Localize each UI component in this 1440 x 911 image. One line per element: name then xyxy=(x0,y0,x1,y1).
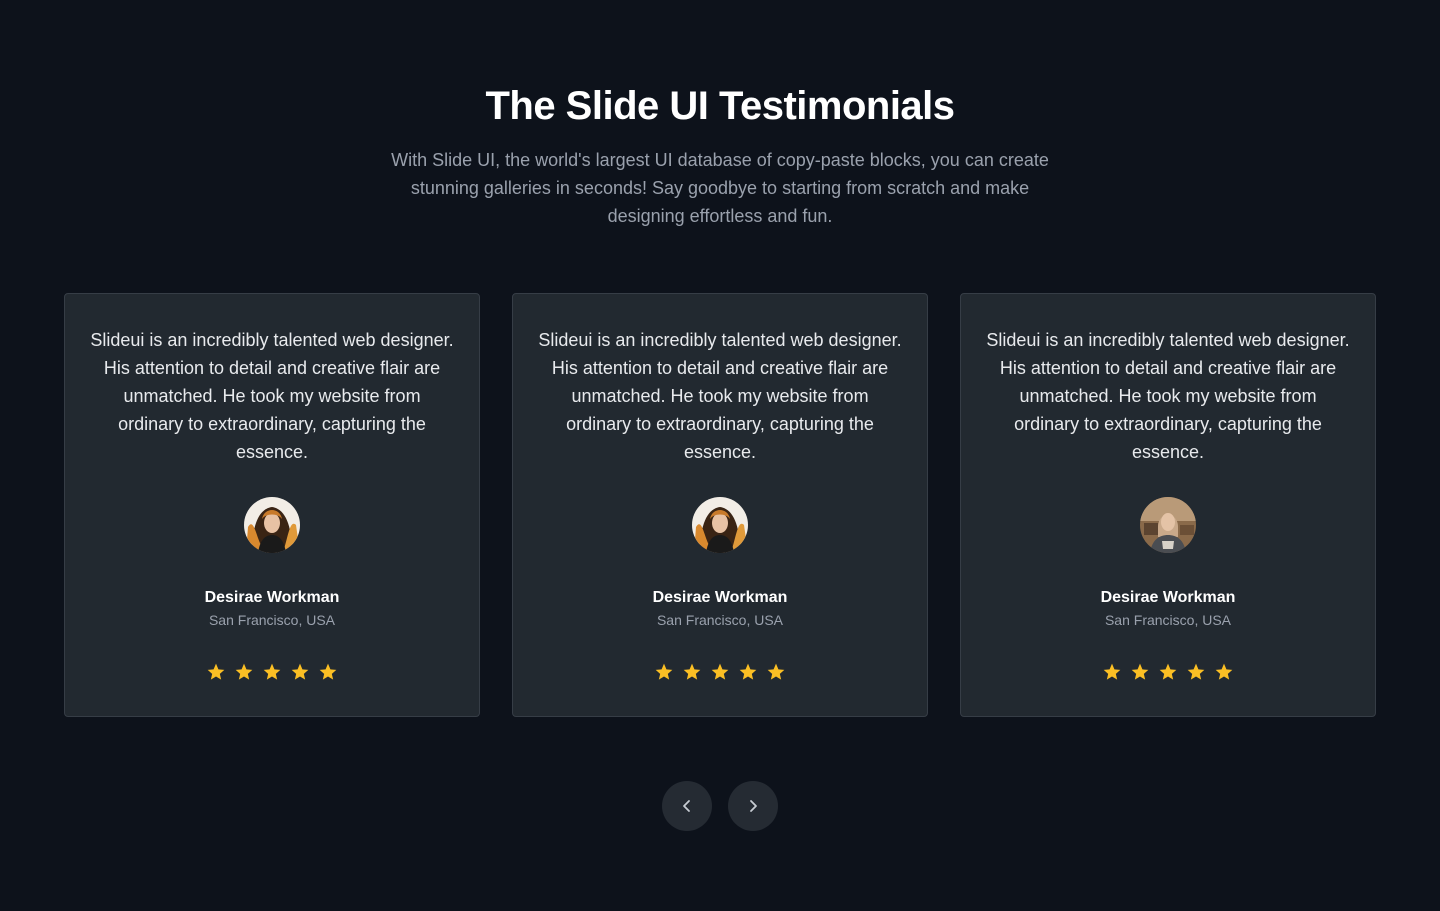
star-icon xyxy=(291,663,309,680)
reviewer-name: Desirae Workman xyxy=(652,589,788,606)
reviewer-location: San Francisco, USA xyxy=(208,612,336,628)
star-icon xyxy=(767,663,785,680)
page-subtitle: With Slide UI, the world's largest UI da… xyxy=(391,150,1049,226)
carousel-navigation xyxy=(662,781,778,831)
next-button[interactable] xyxy=(728,781,778,831)
star-icon xyxy=(319,663,337,680)
star-rating xyxy=(65,662,479,682)
testimonial-quote: Slideui is an incredibly talented web de… xyxy=(538,330,902,462)
star-icon xyxy=(711,663,729,680)
page-title: The Slide UI Testimonials xyxy=(485,84,955,128)
star-icon xyxy=(1131,663,1149,680)
testimonial-card: Slideui is an incredibly talented web de… xyxy=(64,293,480,717)
previous-button[interactable] xyxy=(662,781,712,831)
star-icon xyxy=(263,663,281,680)
star-icon xyxy=(739,663,757,680)
reviewer-location: San Francisco, USA xyxy=(1104,612,1232,628)
avatar xyxy=(244,497,300,553)
testimonial-quote: Slideui is an incredibly talented web de… xyxy=(90,330,454,462)
reviewer-name: Desirae Workman xyxy=(204,589,340,606)
star-icon xyxy=(207,663,225,680)
testimonial-card: Slideui is an incredibly talented web de… xyxy=(512,293,928,717)
star-icon xyxy=(1159,663,1177,680)
testimonial-cards: Slideui is an incredibly talented web de… xyxy=(64,293,1376,717)
star-icon xyxy=(235,663,253,680)
star-icon xyxy=(683,663,701,680)
star-icon xyxy=(1103,663,1121,680)
star-rating xyxy=(961,662,1375,682)
avatar xyxy=(1140,497,1196,553)
avatar xyxy=(692,497,748,553)
star-icon xyxy=(1215,663,1233,680)
chevron-left-icon xyxy=(683,800,690,812)
reviewer-location: San Francisco, USA xyxy=(656,612,784,628)
chevron-right-icon xyxy=(750,800,757,812)
reviewer-name: Desirae Workman xyxy=(1100,589,1236,606)
testimonial-card: Slideui is an incredibly talented web de… xyxy=(960,293,1376,717)
star-rating xyxy=(513,662,927,682)
testimonial-quote: Slideui is an incredibly talented web de… xyxy=(986,330,1350,462)
star-icon xyxy=(655,663,673,680)
star-icon xyxy=(1187,663,1205,680)
